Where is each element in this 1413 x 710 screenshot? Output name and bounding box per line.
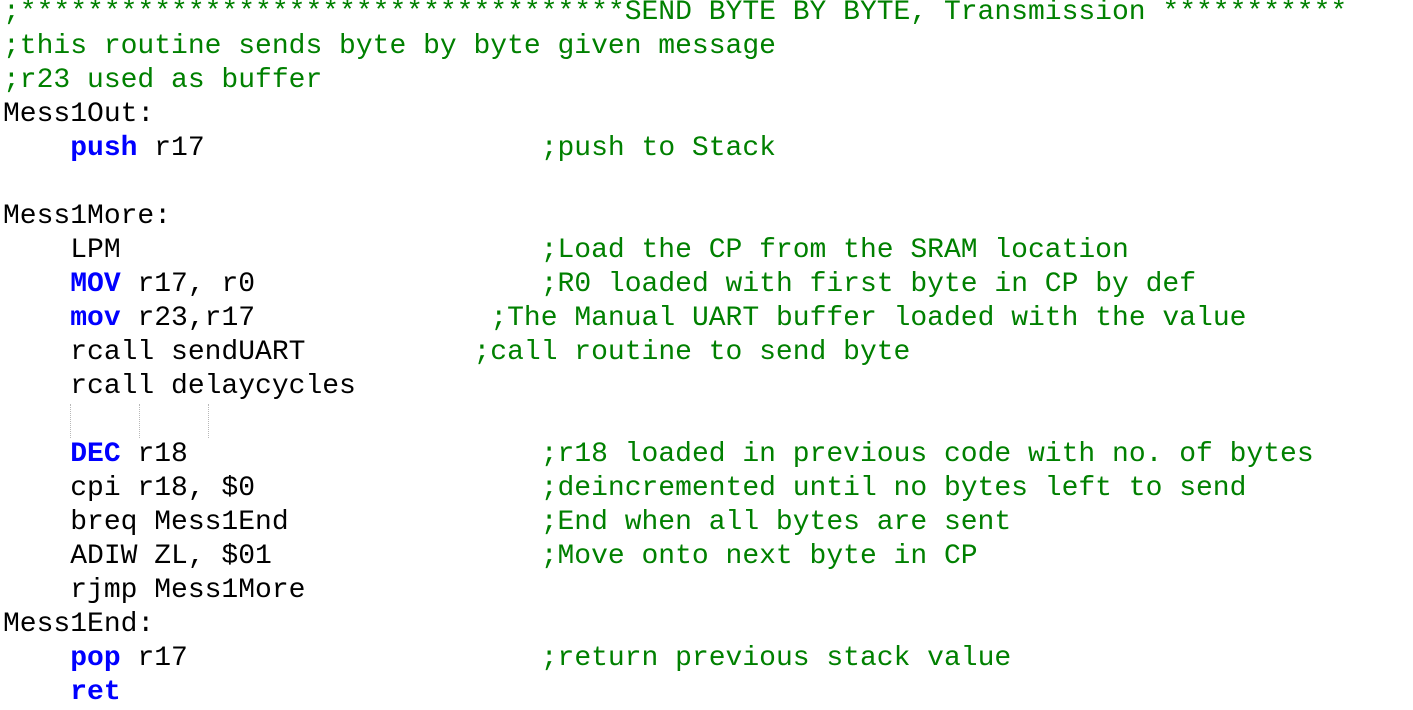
code-text: rcall sendUART [3,337,474,368]
code-text: r17 [120,643,541,674]
code-text: ADIW ZL, $01 [3,541,541,572]
code-comment: ;call routine to send byte [473,337,911,368]
code-line[interactable]: push r17 ;push to Stack [3,132,1347,166]
code-line[interactable]: cpi r18, $0 ;deincremented until no byte… [3,472,1347,506]
code-line[interactable]: pop r17 ;return previous stack value [3,642,1347,676]
code-comment: ;deincremented until no bytes left to se… [540,473,1247,504]
code-comment: ;R0 loaded with first byte in CP by def [540,269,1197,300]
code-comment: ;this routine sends byte by byte given m… [3,31,776,62]
code-line[interactable]: ;************************************SEN… [3,0,1347,30]
code-text: r17, r0 [120,269,541,300]
code-text: Mess1Out: [3,99,155,130]
code-text: rcall delaycycles [3,371,356,402]
code-comment: ;************************************SEN… [3,0,1348,28]
code-line[interactable]: breq Mess1End ;End when all bytes are se… [3,506,1347,540]
code-comment: ;push to Stack [540,133,776,164]
code-line[interactable]: ;r23 used as buffer [3,64,1347,98]
code-line[interactable] [3,166,1347,200]
code-line[interactable]: LPM ;Load the CP from the SRAM location [3,234,1347,268]
code-text: LPM [3,235,541,266]
instruction-keyword: mov [70,303,121,334]
code-comment: ;return previous stack value [540,643,1012,674]
code-line[interactable]: mov r23,r17 ;The Manual UART buffer load… [3,302,1347,336]
code-line[interactable] [3,404,1347,438]
code-comment: ;r23 used as buffer [3,65,323,96]
code-editor[interactable]: ;************************************SEN… [3,0,1347,710]
instruction-keyword: pop [70,643,121,674]
code-text: Mess1More: [3,201,172,232]
indent-guide [139,404,140,438]
code-text: r17 [137,133,541,164]
code-comment: ;r18 loaded in previous code with no. of… [540,439,1314,470]
indent-guide [208,404,209,438]
code-line[interactable]: rjmp Mess1More [3,574,1347,608]
code-text: r23,r17 [120,303,491,334]
code-line[interactable]: Mess1End: [3,608,1347,642]
code-comment: ;Move onto next byte in CP [540,541,978,572]
instruction-keyword: ret [70,677,121,708]
code-text: breq Mess1End [3,507,541,538]
code-line[interactable]: rcall sendUART ;call routine to send byt… [3,336,1347,370]
instruction-keyword: push [70,133,138,164]
code-text: rjmp Mess1More [3,575,306,606]
code-comment: ;The Manual UART buffer loaded with the … [490,303,1247,334]
code-line[interactable]: DEC r18 ;r18 loaded in previous code wit… [3,438,1347,472]
code-line[interactable]: Mess1Out: [3,98,1347,132]
code-line[interactable]: ret [3,676,1347,710]
code-comment: ;Load the CP from the SRAM location [540,235,1129,266]
code-line[interactable]: MOV r17, r0 ;R0 loaded with first byte i… [3,268,1347,302]
code-text: r18 [120,439,541,470]
code-line[interactable]: rcall delaycycles [3,370,1347,404]
code-line[interactable]: Mess1More: [3,200,1347,234]
instruction-keyword: DEC [70,439,121,470]
code-comment: ;End when all bytes are sent [540,507,1012,538]
code-text: Mess1End: [3,609,155,640]
code-text: cpi r18, $0 [3,473,541,504]
code-line[interactable]: ADIW ZL, $01 ;Move onto next byte in CP [3,540,1347,574]
code-line[interactable]: ;this routine sends byte by byte given m… [3,30,1347,64]
instruction-keyword: MOV [70,269,121,300]
indent-guide [70,404,71,438]
